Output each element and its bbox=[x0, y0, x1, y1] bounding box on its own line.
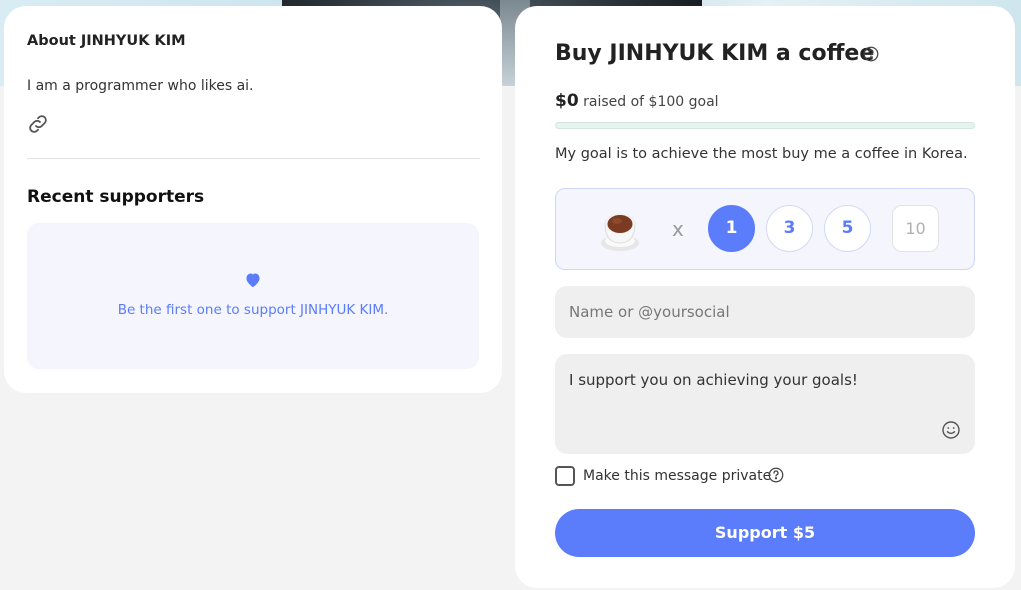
recent-supporters-title: Recent supporters bbox=[27, 187, 205, 207]
support-widget: Buy JINHYUK KIM a coffee $0 raised of $1… bbox=[515, 6, 1015, 588]
smile-icon[interactable] bbox=[941, 420, 961, 440]
private-message-checkbox[interactable] bbox=[555, 466, 575, 486]
goal-description: My goal is to achieve the most buy me a … bbox=[555, 146, 968, 162]
quantity-selector: x 1 3 5 bbox=[555, 188, 975, 270]
private-message-label: Make this message private bbox=[583, 468, 772, 484]
goal-progress-bar bbox=[555, 122, 975, 129]
question-circle-icon[interactable] bbox=[862, 45, 880, 63]
raised-summary: $0 raised of $100 goal bbox=[555, 91, 719, 111]
support-button[interactable]: Support $5 bbox=[555, 509, 975, 557]
quantity-option-5[interactable]: 5 bbox=[824, 205, 871, 252]
empty-supporters-message: Be the first one to support JINHYUK KIM. bbox=[117, 302, 389, 318]
quantity-option-1[interactable]: 1 bbox=[708, 205, 755, 252]
quantity-option-3[interactable]: 3 bbox=[766, 205, 813, 252]
raised-amount: $0 bbox=[555, 91, 579, 111]
message-input[interactable]: I support you on achieving your goals! bbox=[555, 354, 975, 454]
about-card: About JINHYUK KIM I am a programmer who … bbox=[4, 6, 502, 393]
heart-icon bbox=[244, 272, 262, 288]
name-input[interactable] bbox=[555, 286, 975, 338]
about-title: About JINHYUK KIM bbox=[27, 33, 186, 49]
supporters-empty-state: Be the first one to support JINHYUK KIM. bbox=[27, 223, 479, 369]
custom-quantity-input[interactable] bbox=[892, 205, 939, 252]
about-bio: I am a programmer who likes ai. bbox=[27, 78, 254, 94]
raised-text: raised of $100 goal bbox=[583, 94, 719, 110]
multiplier-symbol: x bbox=[672, 217, 684, 241]
coffee-cup-icon bbox=[600, 209, 640, 253]
question-circle-icon[interactable] bbox=[767, 466, 785, 484]
link-icon[interactable] bbox=[26, 112, 50, 136]
divider bbox=[27, 158, 480, 159]
widget-title: Buy JINHYUK KIM a coffee bbox=[555, 41, 875, 66]
